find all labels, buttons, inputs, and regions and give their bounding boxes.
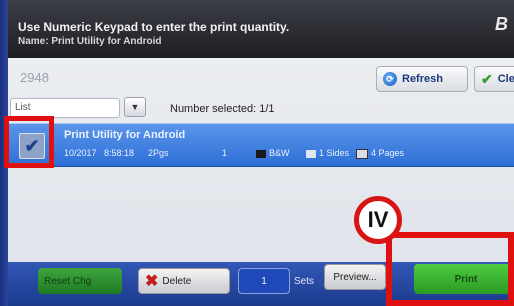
job-pages-short: 2Pgs (148, 148, 169, 158)
refresh-icon: ⟳ (383, 72, 397, 86)
printer-icon (256, 149, 266, 158)
instruction-message: Use Numeric Keypad to enter the print qu… (18, 20, 290, 34)
quantity-field[interactable]: 1 (238, 268, 290, 294)
job-copies: 1 (222, 148, 228, 158)
job-name-subtitle: Name: Print Utility for Android (18, 36, 162, 47)
preview-button[interactable]: Preview... (324, 264, 386, 290)
job-pages: 4 Pages (356, 148, 404, 159)
job-date: 10/2017 (64, 148, 97, 158)
job-id: 2948 (20, 70, 49, 85)
job-sides: 1 Sides (306, 148, 349, 158)
refresh-button[interactable]: ⟳ Refresh (376, 66, 468, 92)
number-selected: Number selected: 1/1 (170, 103, 275, 115)
chevron-down-icon: ▼ (130, 102, 140, 112)
job-color-mode: B&W (256, 148, 290, 158)
highlight-box-checkbox (4, 116, 54, 168)
delete-x-icon: ✖ (145, 273, 159, 290)
sets-label: Sets (294, 276, 315, 287)
view-select-value: List (15, 102, 31, 113)
job-row[interactable]: ✔ Print Utility for Android 10/2017 8:58… (8, 123, 514, 167)
grid-icon (356, 148, 368, 159)
check-icon: ✔ (481, 70, 493, 87)
reset-label: Reset Chg (44, 275, 92, 287)
job-time: 8:58:18 (104, 148, 135, 158)
message-bar: Use Numeric Keypad to enter the print qu… (8, 0, 514, 58)
corner-glyph: B (495, 14, 508, 34)
view-select[interactable]: List (10, 98, 120, 118)
quantity-value: 1 (261, 275, 267, 287)
refresh-label: Refresh (402, 73, 443, 85)
job-title: Print Utility for Android (64, 129, 186, 141)
step-badge: IV (354, 196, 402, 244)
delete-button[interactable]: ✖ Delete (138, 268, 230, 294)
clear-label: Clear (497, 73, 514, 85)
clear-button[interactable]: ✔ Clear (474, 66, 514, 92)
view-dropdown-button[interactable]: ▼ (124, 97, 146, 117)
preview-label: Preview... (333, 271, 377, 283)
page-icon (306, 149, 316, 158)
highlight-box-print (386, 232, 514, 306)
reset-button[interactable]: Reset Chg (38, 268, 122, 294)
delete-label: Delete (162, 275, 192, 287)
